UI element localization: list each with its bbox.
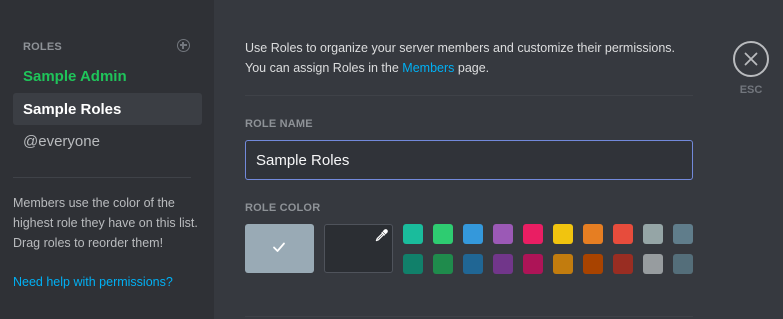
color-swatch[interactable] bbox=[553, 254, 573, 274]
color-swatch[interactable] bbox=[493, 224, 513, 244]
add-role-icon[interactable] bbox=[177, 39, 190, 52]
color-swatch[interactable] bbox=[463, 224, 483, 244]
color-swatch[interactable] bbox=[523, 224, 543, 244]
roles-header: ROLES bbox=[23, 41, 62, 53]
close-button[interactable] bbox=[733, 41, 769, 77]
roles-intro-text: Use Roles to organize your server member… bbox=[245, 38, 705, 78]
role-item-label: Sample Roles bbox=[23, 100, 122, 118]
role-item-label: @everyone bbox=[23, 132, 100, 150]
section-divider bbox=[245, 316, 693, 317]
color-swatch[interactable] bbox=[523, 254, 543, 274]
color-swatch[interactable] bbox=[643, 224, 663, 244]
intro-line-2-end: page. bbox=[454, 61, 490, 75]
intro-line-2-start: You can assign Roles in the bbox=[245, 61, 403, 75]
members-page-link[interactable]: Members bbox=[402, 61, 454, 75]
custom-color-picker[interactable] bbox=[324, 224, 393, 273]
permissions-help-link[interactable]: Need help with permissions? bbox=[13, 275, 173, 289]
color-swatch[interactable] bbox=[433, 254, 453, 274]
role-item-label: Sample Admin bbox=[23, 67, 127, 85]
color-swatch[interactable] bbox=[403, 224, 423, 244]
color-swatch[interactable] bbox=[463, 254, 483, 274]
color-swatch[interactable] bbox=[673, 224, 693, 244]
color-swatch[interactable] bbox=[673, 254, 693, 274]
role-item-everyone[interactable]: @everyone bbox=[13, 125, 202, 157]
color-swatch[interactable] bbox=[583, 254, 603, 274]
default-color-swatch[interactable] bbox=[245, 224, 314, 273]
color-swatch-grid bbox=[403, 224, 693, 274]
color-swatch[interactable] bbox=[403, 254, 423, 274]
color-swatch[interactable] bbox=[493, 254, 513, 274]
esc-label: ESC bbox=[739, 84, 763, 96]
roles-sidebar: ROLES Sample Admin Sample Roles @everyon… bbox=[0, 0, 214, 319]
sidebar-divider bbox=[13, 177, 191, 178]
color-swatch[interactable] bbox=[553, 224, 573, 244]
role-name-label: ROLE NAME bbox=[245, 118, 313, 130]
color-swatch[interactable] bbox=[433, 224, 453, 244]
role-color-label: ROLE COLOR bbox=[245, 202, 321, 214]
color-swatch[interactable] bbox=[613, 254, 633, 274]
role-item-sample-admin[interactable]: Sample Admin bbox=[13, 60, 202, 92]
intro-line-1: Use Roles to organize your server member… bbox=[245, 41, 676, 55]
role-item-sample-roles[interactable]: Sample Roles bbox=[13, 93, 202, 125]
color-swatch[interactable] bbox=[643, 254, 663, 274]
role-color-help-text: Members use the color of the highest rol… bbox=[13, 196, 198, 250]
intro-divider bbox=[245, 95, 693, 96]
color-swatch[interactable] bbox=[613, 224, 633, 244]
role-name-input[interactable] bbox=[245, 140, 693, 180]
close-icon bbox=[744, 52, 758, 66]
color-swatch[interactable] bbox=[583, 224, 603, 244]
eyedropper-icon bbox=[375, 229, 388, 242]
checkmark-icon bbox=[273, 242, 285, 252]
